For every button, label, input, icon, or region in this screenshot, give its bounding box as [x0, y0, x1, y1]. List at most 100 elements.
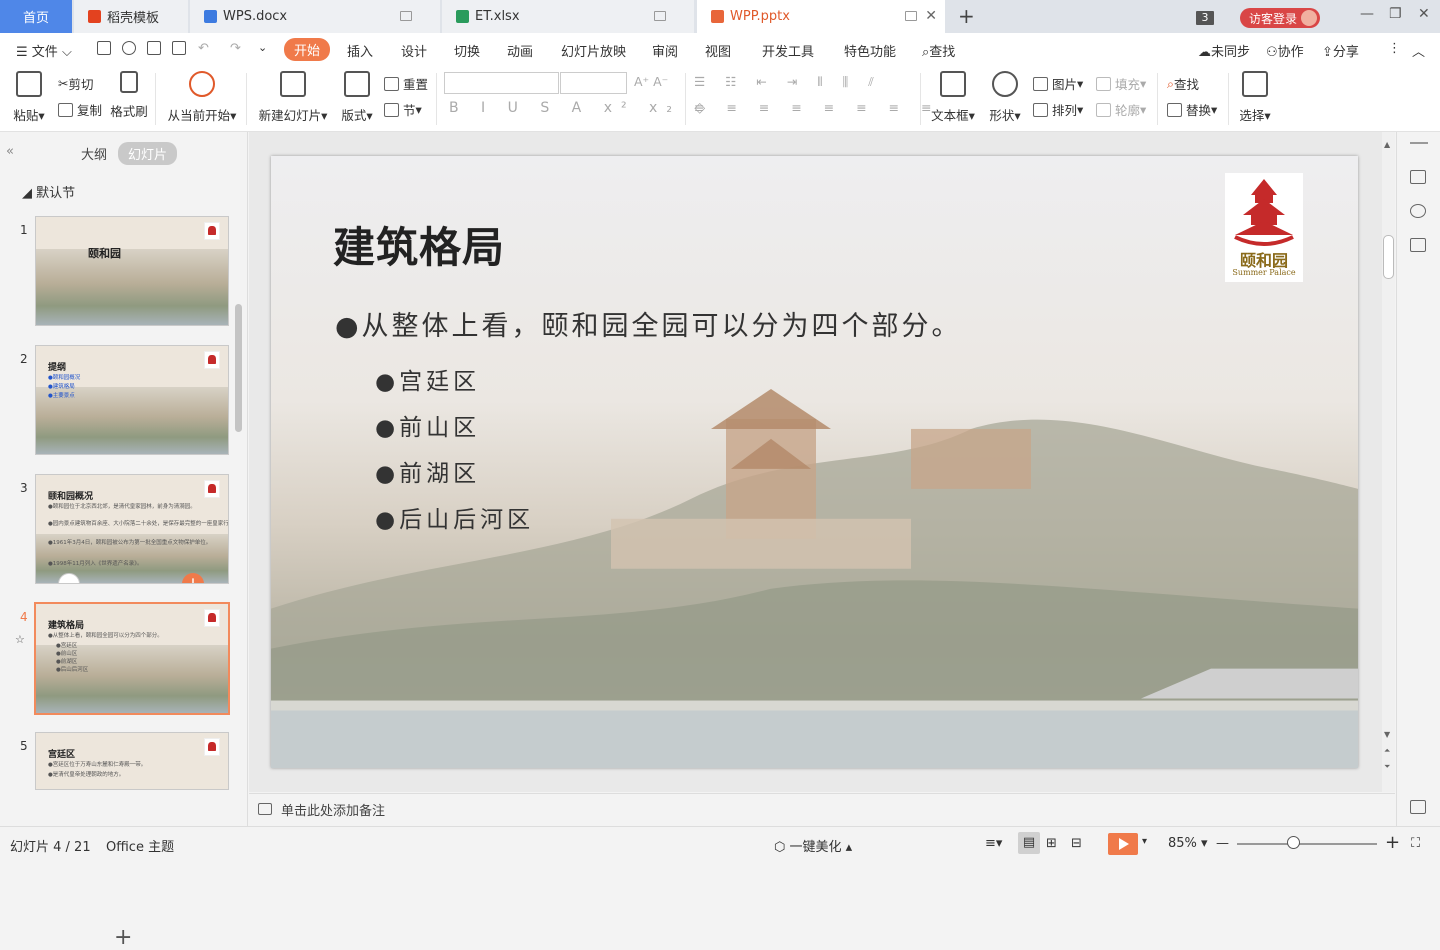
replace-button[interactable]: 替换 ▾ [1167, 100, 1217, 119]
list-icons[interactable]: ☰ ☷ ⇤ ⇥ ⫴ ⫼ ⫽ [694, 74, 882, 90]
export-icon[interactable] [122, 41, 136, 55]
tab-slideshow[interactable]: 幻灯片放映 [561, 41, 626, 60]
window-icon[interactable] [905, 11, 917, 21]
zoom-slider-knob[interactable] [1287, 836, 1300, 849]
fill-button[interactable]: 填充 ▾ [1096, 74, 1146, 93]
animation-icon[interactable] [1410, 204, 1426, 218]
textbox-button[interactable]: 文本框▾ [930, 69, 976, 124]
paste-button[interactable]: 粘贴▾ [10, 69, 48, 124]
window-icon[interactable] [400, 11, 412, 21]
tab-design[interactable]: 设计 [401, 41, 427, 60]
login-button[interactable]: 访客登录 [1240, 8, 1320, 28]
scroll-thumb[interactable] [1383, 235, 1394, 279]
tab-template[interactable]: 稻壳模板 [74, 0, 188, 33]
tab-xlsx[interactable]: ET.xlsx [442, 0, 694, 33]
section-header[interactable]: ◢ 默认节 [22, 182, 75, 201]
tab-pptx[interactable]: WPP.pptx ✕ [697, 0, 945, 33]
slide-sub-bullet[interactable]: ●宫廷区 [375, 362, 480, 396]
zoom-level[interactable]: 85% ▾ [1168, 836, 1208, 851]
print-icon[interactable] [147, 41, 161, 55]
picture-button[interactable]: 图片 ▾ [1033, 74, 1083, 93]
slide-sub-bullet[interactable]: ●前湖区 [375, 454, 480, 488]
next-slide-icon[interactable]: ⏷ [1384, 762, 1390, 772]
tab-outline[interactable]: 大纲 [81, 144, 107, 163]
slide-sub-bullet[interactable]: ●前山区 [375, 408, 480, 442]
collapse-panel-icon[interactable]: « [6, 144, 14, 159]
slide-title[interactable]: 建筑格局 [333, 214, 505, 275]
grid-icon[interactable] [1410, 800, 1426, 814]
beautify-button[interactable]: ⬡ 一键美化 ▴ [774, 836, 852, 855]
scroll-down-icon[interactable]: ▼ [1384, 730, 1390, 739]
scroll-up-icon[interactable]: ▲ [1384, 140, 1390, 149]
slide-thumb-1[interactable]: 颐和园 [35, 216, 229, 326]
tab-review[interactable]: 审阅 [652, 41, 678, 60]
tab-transition[interactable]: 切换 [454, 41, 480, 60]
window-icon[interactable] [654, 11, 666, 21]
zoom-slider[interactable] [1237, 843, 1377, 845]
fit-window-icon[interactable]: ⛶ [1411, 836, 1420, 851]
new-tab-icon[interactable]: + [958, 4, 975, 28]
notes-toggle-icon[interactable]: ≡▾ [985, 836, 1002, 851]
tab-docx[interactable]: WPS.docx [190, 0, 440, 33]
tab-home[interactable]: 首页 [0, 0, 72, 33]
properties-icon[interactable] [1410, 170, 1426, 184]
panel-scrollbar[interactable] [235, 304, 242, 432]
search-command[interactable]: ⌕查找 [922, 41, 955, 60]
find-button[interactable]: ⌕ 查找 [1167, 74, 1199, 93]
restore-icon[interactable]: ❐ [1389, 6, 1402, 22]
add-slide-icon[interactable]: + [114, 925, 132, 950]
tab-home-ribbon[interactable]: 开始 [284, 38, 331, 61]
slide-thumb-5[interactable]: 宫廷区 ●宫廷区位于万寿山东麓和仁寿殿一带。 ●是清代皇帝处理朝政的地方。 [35, 732, 229, 790]
tab-view[interactable]: 视图 [705, 41, 731, 60]
tab-features[interactable]: 特色功能 [844, 41, 896, 60]
tab-animation[interactable]: 动画 [507, 41, 533, 60]
slide-bullet[interactable]: ●从整体上看，颐和园全园可以分为四个部分。 [335, 304, 962, 343]
notes-area[interactable]: 单击此处添加备注 [249, 793, 1395, 825]
close-window-icon[interactable]: ✕ [1418, 6, 1430, 22]
slide-scrollbar[interactable]: ▲ ▼ ⏶ ⏷ [1382, 132, 1395, 792]
undo-icon[interactable]: ↶ [198, 41, 209, 56]
slideshow-options-icon[interactable]: ▾ [1142, 836, 1147, 847]
cut-button[interactable]: ✂ 剪切 [58, 74, 94, 93]
font-family-select[interactable] [444, 72, 559, 94]
arrange-button[interactable]: 排列 ▾ [1033, 100, 1083, 119]
grow-font-icon[interactable]: A⁺ A⁻ [634, 74, 668, 89]
slide-thumb-2[interactable]: 提纲 ●颐和园概况 ●建筑格局 ●主要景点 [35, 345, 229, 455]
share-button[interactable]: ⇪分享 [1322, 41, 1359, 60]
window-count-badge[interactable]: 3 [1196, 11, 1214, 25]
minimize-icon[interactable]: — [1360, 6, 1374, 22]
redo-icon[interactable]: ↷ [230, 41, 241, 56]
layout-button[interactable]: 版式▾ [340, 69, 374, 124]
slide-thumb-4[interactable]: 建筑格局 ●从整体上看，颐和园全园可以分为四个部分。 ●宫廷区 ●前山区 ●前湖… [34, 602, 230, 715]
collab-button[interactable]: ⚇协作 [1266, 41, 1304, 60]
outline-button[interactable]: 轮廓 ▾ [1096, 100, 1146, 119]
save-icon[interactable] [97, 41, 111, 55]
current-slide[interactable]: 建筑格局 ●从整体上看，颐和园全园可以分为四个部分。 ●宫廷区 ●前山区 ●前湖… [271, 156, 1358, 768]
theme-name[interactable]: Office 主题 [106, 836, 174, 855]
tab-insert[interactable]: 插入 [347, 41, 373, 60]
shape-button[interactable]: 形状▾ [987, 69, 1023, 124]
close-tab-icon[interactable]: ✕ [925, 8, 937, 24]
collapse-ribbon-icon[interactable]: ︿ [1412, 41, 1425, 60]
text-style-icons[interactable]: B I U S A x² x₂ ◇ [449, 100, 714, 116]
normal-view-icon[interactable]: ▤ [1018, 832, 1040, 854]
new-slide-button[interactable]: 新建幻灯片▾ [257, 69, 329, 124]
reading-view-icon[interactable]: ⊟ [1071, 836, 1082, 851]
zoom-in-icon[interactable]: + [1385, 832, 1400, 853]
format-painter-button[interactable]: 格式刷 [110, 69, 148, 120]
print-preview-icon[interactable] [172, 41, 186, 55]
transition-icon[interactable] [1410, 238, 1426, 252]
section-button[interactable]: 节 ▾ [384, 100, 422, 119]
summer-palace-logo[interactable]: 颐和园 Summer Palace [1225, 173, 1303, 282]
tab-developer[interactable]: 开发工具 [762, 41, 814, 60]
prev-slide-icon[interactable]: ⏶ [1384, 746, 1390, 756]
reset-button[interactable]: 重置 [384, 74, 428, 93]
quick-access-chevron-icon[interactable]: ⌄ [258, 41, 267, 54]
slideshow-play-button[interactable] [1108, 833, 1138, 855]
file-menu[interactable]: ☰ 文件 ⌵ [16, 41, 72, 60]
select-button[interactable]: 选择▾ [1238, 69, 1272, 124]
sync-status[interactable]: ☁未同步 [1198, 41, 1250, 60]
slide-sub-bullet[interactable]: ●后山后河区 [375, 500, 534, 534]
slide-thumb-3[interactable]: 颐和园概况 ●颐和园位于北京西北郊，是清代皇家园林，前身为清漪园。 ●园内景点建… [35, 474, 229, 584]
sorter-view-icon[interactable]: ⊞ [1046, 836, 1057, 851]
